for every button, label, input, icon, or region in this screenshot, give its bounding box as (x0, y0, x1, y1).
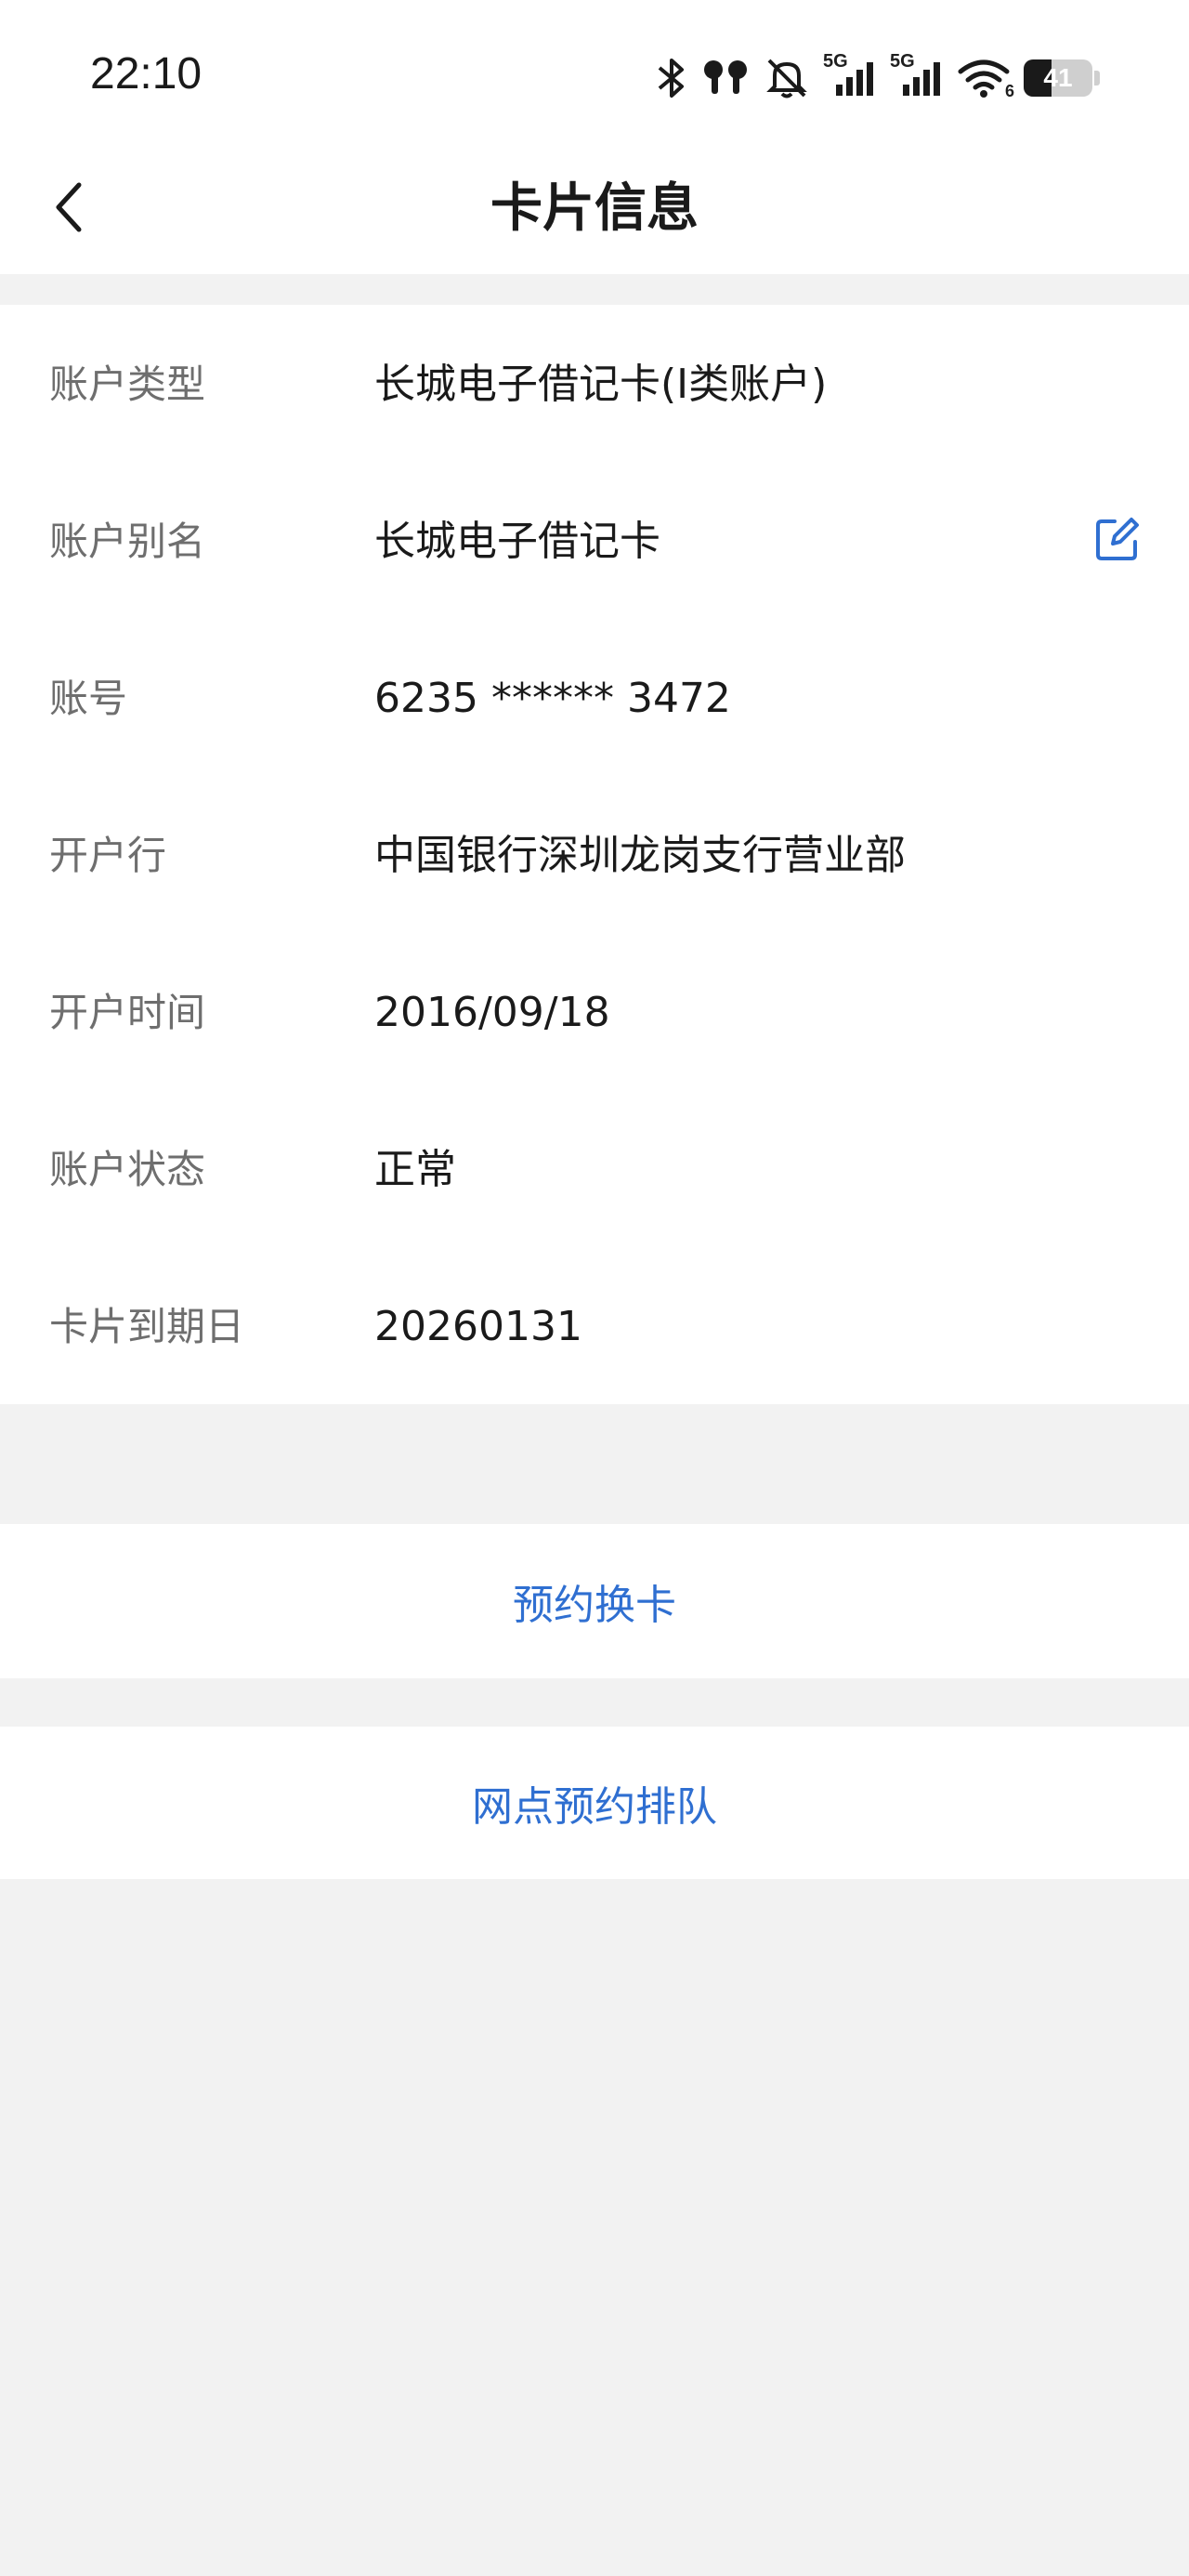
info-row-account-status: 账户状态 正常 (0, 1124, 1189, 1216)
info-value: 长城电子借记卡(I类账户) (374, 361, 828, 408)
status-icons: 5G 5G 6 41 (656, 50, 1100, 106)
info-label: 账户类型 (49, 361, 206, 407)
branch-queue-reservation-button[interactable]: 网点预约排队 (0, 1727, 1189, 1879)
signal-5g-icon: 5G (890, 51, 944, 99)
wifi-icon: 6 (957, 57, 1014, 100)
network-label: 5G (823, 51, 848, 72)
info-row-account-number: 账号 6235 ****** 3472 (0, 652, 1189, 745)
card-info-panel: 账户类型 长城电子借记卡(I类账户) 账户别名 长城电子借记卡 账号 6235 … (0, 305, 1189, 1404)
earbuds-icon (700, 57, 751, 99)
info-label: 开户行 (49, 833, 167, 878)
info-value: 2016/09/18 (374, 989, 610, 1036)
mute-icon (764, 57, 810, 99)
info-value: 20260131 (374, 1303, 582, 1350)
info-row-opening-branch: 开户行 中国银行深圳龙岗支行营业部 (0, 809, 1189, 902)
battery-icon: 41 (1024, 59, 1100, 97)
edit-icon (1092, 516, 1141, 568)
info-label: 账户别名 (49, 519, 206, 564)
info-label: 卡片到期日 (49, 1304, 245, 1349)
bluetooth-icon (656, 57, 687, 99)
reserve-card-replacement-button[interactable]: 预约换卡 (0, 1524, 1189, 1678)
page-title: 卡片信息 (490, 178, 699, 239)
status-bar: 22:10 5G 5G 6 41 (0, 0, 1189, 149)
info-value: 正常 (374, 1146, 456, 1193)
info-row-account-alias: 账户别名 长城电子借记卡 (0, 495, 1189, 588)
wifi-label: 6 (1004, 82, 1014, 100)
info-label: 账号 (49, 676, 128, 721)
info-row-opening-date: 开户时间 2016/09/18 (0, 966, 1189, 1059)
info-value: 6235 ****** 3472 (374, 675, 731, 722)
status-time: 22:10 (90, 49, 203, 99)
info-row-expiry-date: 卡片到期日 20260131 (0, 1281, 1189, 1373)
battery-cap (1094, 71, 1100, 85)
info-label: 账户状态 (49, 1147, 206, 1192)
info-value: 长城电子借记卡 (374, 518, 660, 565)
branch-queue-reservation-label: 网点预约排队 (472, 1783, 717, 1831)
info-value: 中国银行深圳龙岗支行营业部 (374, 832, 906, 879)
info-label: 开户时间 (49, 990, 206, 1035)
battery-body: 41 (1024, 59, 1092, 97)
info-row-account-type: 账户类型 长城电子借记卡(I类账户) (0, 338, 1189, 431)
signal-5g-icon: 5G (823, 51, 877, 99)
network-label: 5G (890, 51, 915, 72)
reserve-card-replacement-label: 预约换卡 (513, 1582, 676, 1629)
edit-alias-button[interactable] (1091, 516, 1143, 568)
battery-level-text: 41 (1043, 63, 1073, 92)
nav-bar: 卡片信息 (0, 149, 1189, 274)
